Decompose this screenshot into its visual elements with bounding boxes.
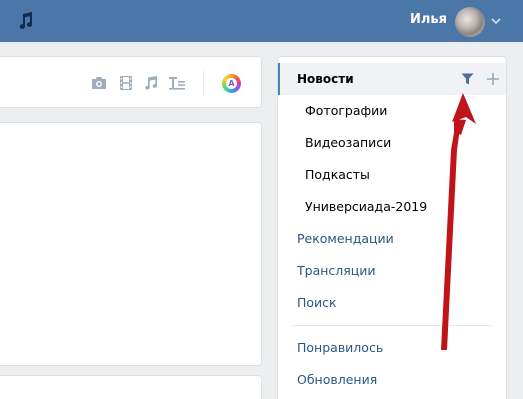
menu-item-label: Понравилось [297, 340, 384, 355]
menu-item-liked[interactable]: Понравилось [278, 332, 506, 364]
video-film-icon[interactable] [117, 75, 135, 91]
post-composer[interactable]: A [0, 56, 262, 108]
news-menu: Новости Фотографии Видеозаписи Подкасты … [277, 56, 507, 399]
menu-separator [292, 325, 492, 326]
filter-icon[interactable] [461, 73, 474, 85]
menu-item-recommendations[interactable]: Рекомендации [278, 223, 506, 255]
music-note-icon[interactable] [142, 75, 160, 91]
menu-item-label: Видеозаписи [305, 135, 392, 150]
chevron-down-icon[interactable] [491, 17, 501, 25]
menu-item-label: Фотографии [305, 103, 388, 118]
menu-item-videos[interactable]: Видеозаписи [278, 127, 506, 159]
menu-item-label: Подкасты [305, 167, 370, 182]
plus-icon[interactable] [486, 72, 500, 86]
avatar[interactable] [455, 7, 485, 37]
menu-item-updates[interactable]: Обновления [278, 364, 506, 396]
menu-item-broadcasts[interactable]: Трансляции [278, 255, 506, 287]
user-name[interactable]: Илья [410, 12, 447, 27]
menu-item-label: Обновления [297, 372, 378, 387]
menu-item-label: Новости [297, 72, 354, 86]
avatar-letter: A [226, 78, 237, 89]
menu-item-label: Поиск [297, 295, 337, 310]
menu-item-label: Универсиада-2019 [305, 199, 428, 214]
menu-item-search[interactable]: Поиск [278, 287, 506, 319]
menu-item-news[interactable]: Новости [278, 63, 506, 95]
top-bar: Илья [0, 0, 523, 42]
feed-post [0, 375, 262, 399]
composer-divider [203, 71, 204, 95]
menu-item-label: Рекомендации [297, 231, 394, 246]
user-avatar-icon[interactable]: A [222, 74, 241, 93]
menu-item-universiade[interactable]: Универсиада-2019 [278, 191, 506, 223]
feed-post [0, 122, 262, 366]
menu-item-podcasts[interactable]: Подкасты [278, 159, 506, 191]
camera-icon[interactable] [90, 75, 108, 91]
text-format-icon[interactable] [168, 75, 186, 91]
menu-item-photos[interactable]: Фотографии [278, 95, 506, 127]
music-note-icon[interactable] [15, 10, 37, 32]
menu-item-label: Трансляции [297, 263, 376, 278]
